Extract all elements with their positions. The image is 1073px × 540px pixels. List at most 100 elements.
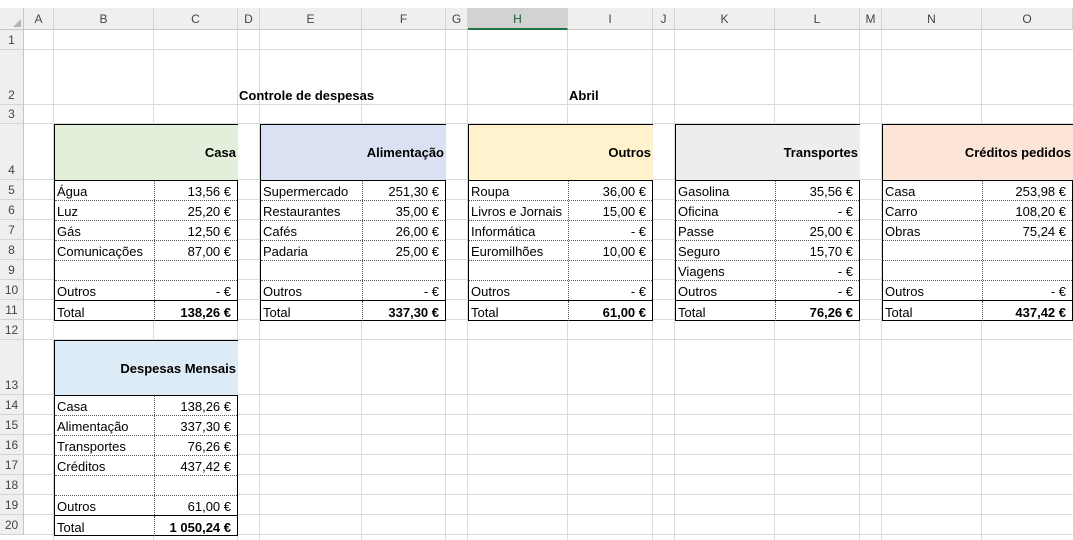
row-header-2[interactable]: 2 [0,50,24,105]
expense-row[interactable]: Outros 61,00 € [55,496,237,516]
row-header-10[interactable]: 10 [0,280,24,300]
expense-row[interactable]: Viagens - € [676,261,859,281]
column-header-l[interactable]: L [775,8,860,30]
expense-row[interactable]: Luz 25,20 € [55,201,237,221]
expense-label: Outros [885,284,925,299]
expense-row[interactable] [55,261,237,281]
expense-row[interactable]: Passe 25,00 € [676,221,859,241]
row-header-6[interactable]: 6 [0,200,24,220]
expense-row[interactable]: Gasolina 35,56 € [676,181,859,201]
column-header-i[interactable]: I [568,8,653,30]
row-header-13[interactable]: 13 [0,340,24,395]
sheet-title[interactable]: Controle de despesas [236,50,436,105]
select-all-corner[interactable] [0,8,24,30]
expense-row[interactable]: Outros - € [261,281,445,301]
expense-row[interactable]: Supermercado 251,30 € [261,181,445,201]
expense-row[interactable] [261,261,445,281]
table-header-alimentacao[interactable]: Alimentação [261,125,446,181]
expense-label: Casa [885,184,916,199]
table-header-mensais[interactable]: Despesas Mensais [55,341,238,396]
expense-row[interactable]: Livros e Jornais 15,00 € [469,201,652,221]
column-header-b[interactable]: B [54,8,154,30]
table-header-casa[interactable]: Casa [55,125,238,181]
expense-row[interactable]: Casa 253,98 € [883,181,1072,201]
table-header-transportes[interactable]: Transportes [676,125,860,181]
row-header-4[interactable]: 4 [0,124,24,180]
cell-divider [154,241,155,260]
expense-row[interactable]: Roupa 36,00 € [469,181,652,201]
cell-divider [362,241,363,260]
expense-label: Total [57,520,85,535]
cell-divider [775,301,776,321]
expense-row[interactable] [883,241,1072,261]
column-header-n[interactable]: N [882,8,982,30]
column-header-d[interactable]: D [238,8,260,30]
row-header-16[interactable]: 16 [0,435,24,455]
month-label[interactable]: Abril [566,50,666,105]
expense-label: Água [57,184,88,199]
expense-row[interactable]: Oficina - € [676,201,859,221]
table-header-creditos[interactable]: Créditos pedidos [883,125,1073,181]
expense-row[interactable]: Padaria 25,00 € [261,241,445,261]
expense-row[interactable]: Seguro 15,70 € [676,241,859,261]
expense-label: Restaurantes [263,204,341,219]
column-header-g[interactable]: G [446,8,468,30]
column-header-o[interactable]: O [982,8,1073,30]
expense-row[interactable] [469,261,652,281]
row-header-14[interactable]: 14 [0,395,24,415]
expense-label: Euromilhões [471,244,544,259]
expense-row[interactable]: Outros - € [55,281,237,301]
expense-value: 13,56 € [187,184,231,199]
row-header-18[interactable]: 18 [0,475,24,495]
row-header-12[interactable]: 12 [0,320,24,340]
total-row[interactable]: Total 337,30 € [261,301,445,321]
row-header-9[interactable]: 9 [0,260,24,280]
column-header-c[interactable]: C [154,8,238,30]
row-header-19[interactable]: 19 [0,495,24,515]
expense-row[interactable]: Obras 75,24 € [883,221,1072,241]
row-header-20[interactable]: 20 [0,515,24,535]
column-header-f[interactable]: F [362,8,446,30]
row-header-7[interactable]: 7 [0,220,24,240]
column-header-k[interactable]: K [675,8,775,30]
column-header-m[interactable]: M [860,8,882,30]
row-header-15[interactable]: 15 [0,415,24,435]
spreadsheet-grid[interactable]: ABCDEFGHIJKLMNO 1 2 3 4 5 6 7 8 9 10 11 12 13 14 15 16 1… [0,0,1073,540]
row-header-3[interactable]: 3 [0,105,24,124]
column-header-h[interactable]: H [468,8,568,30]
row-header-8[interactable]: 8 [0,240,24,260]
expense-row[interactable]: Alimentação 337,30 € [55,416,237,436]
total-row[interactable]: Total 61,00 € [469,301,652,321]
total-row[interactable]: Total 138,26 € [55,301,237,321]
expense-row[interactable]: Comunicações 87,00 € [55,241,237,261]
expense-row[interactable]: Cafés 26,00 € [261,221,445,241]
row-header-5[interactable]: 5 [0,180,24,200]
row-header-11[interactable]: 11 [0,300,24,320]
expense-row[interactable]: Casa 138,26 € [55,396,237,416]
expense-row[interactable]: Água 13,56 € [55,181,237,201]
expense-row[interactable]: Outros - € [676,281,859,301]
expense-row[interactable]: Gás 12,50 € [55,221,237,241]
expense-label: Alimentação [57,419,129,434]
expense-value: - € [215,284,231,299]
expense-row[interactable]: Restaurantes 35,00 € [261,201,445,221]
expense-row[interactable]: Transportes 76,26 € [55,436,237,456]
expense-row[interactable]: Créditos 437,42 € [55,456,237,476]
row-header-1[interactable]: 1 [0,30,24,50]
expense-row[interactable] [883,261,1072,281]
row-header-17[interactable]: 17 [0,455,24,475]
total-row[interactable]: Total 1 050,24 € [55,516,237,536]
total-row[interactable]: Total 76,26 € [676,301,859,321]
expense-row[interactable]: Outros - € [469,281,652,301]
column-header-a[interactable]: A [24,8,54,30]
expense-row[interactable]: Carro 108,20 € [883,201,1072,221]
expense-row[interactable]: Informática - € [469,221,652,241]
expense-row[interactable]: Outros - € [883,281,1072,301]
expense-row[interactable]: Euromilhões 10,00 € [469,241,652,261]
total-value: 138,26 € [180,305,231,320]
column-header-e[interactable]: E [260,8,362,30]
column-header-j[interactable]: J [653,8,675,30]
table-header-outros[interactable]: Outros [469,125,653,181]
expense-row[interactable] [55,476,237,496]
total-row[interactable]: Total 437,42 € [883,301,1072,321]
